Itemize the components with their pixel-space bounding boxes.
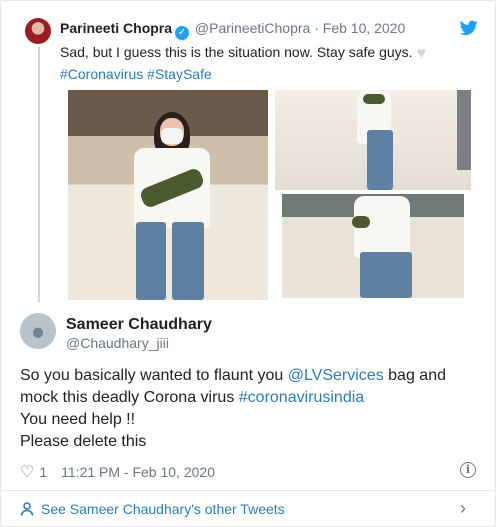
tweet-timestamp[interactable]: 11:21 PM - Feb 10, 2020: [61, 464, 215, 480]
hashtag-link[interactable]: #coronavirusindia: [239, 389, 364, 406]
twitter-bird-icon[interactable]: [460, 20, 478, 36]
quoted-tweet-date[interactable]: Feb 10, 2020: [323, 20, 406, 36]
quoted-author-name[interactable]: Parineeti Chopra: [60, 20, 172, 36]
tweet-text-segment: bag and: [383, 367, 446, 384]
more-tweets-link[interactable]: See Sameer Chaudhary's other Tweets: [20, 501, 285, 517]
photo-grid: [60, 84, 478, 302]
tweet-text: So you basically wanted to flaunt you @L…: [20, 365, 480, 453]
more-tweets-label[interactable]: See Sameer Chaudhary's other Tweets: [41, 501, 285, 517]
like-count[interactable]: 1: [39, 464, 47, 480]
embedded-tweet-card: Parineeti Chopra ✓ @ParineetiChopra · Feb…: [0, 0, 496, 527]
author-avatar[interactable]: [20, 313, 56, 349]
tweet-line-1: So you basically wanted to flaunt you @L…: [20, 365, 480, 387]
heart-icon[interactable]: ♡: [20, 462, 34, 482]
tweet-meta: ♡ 1 11:21 PM - Feb 10, 2020: [20, 462, 215, 482]
quoted-tweet-text: Sad, but I guess this is the situation n…: [60, 42, 480, 84]
person-icon: [20, 502, 34, 516]
tweet-line-2: mock this deadly Corona virus #coronavir…: [20, 387, 480, 409]
author-name[interactable]: Sameer Chaudhary: [66, 316, 212, 334]
photo-3[interactable]: [282, 194, 464, 298]
thread-connector-line: [38, 47, 40, 302]
white-heart-icon: ♥: [416, 45, 426, 62]
footer-divider: [1, 490, 496, 491]
tweet-line-3: You need help !!: [20, 411, 136, 428]
mention-link[interactable]: @LVServices: [288, 367, 384, 384]
quoted-separator: ·: [314, 20, 319, 36]
tweet-text-segment: So you basically wanted to flaunt you: [20, 367, 288, 384]
photo-2[interactable]: [275, 90, 471, 190]
tweet-line-4: Please delete this: [20, 433, 147, 450]
quoted-tweet-body: Sad, but I guess this is the situation n…: [60, 44, 413, 60]
tweet-text-segment: mock this deadly Corona virus: [20, 389, 239, 406]
quoted-author-handle[interactable]: @ParineetiChopra: [195, 20, 310, 36]
quoted-author-avatar[interactable]: [25, 18, 51, 44]
info-icon[interactable]: i: [460, 462, 476, 478]
author-handle[interactable]: @Chaudhary_jiii: [66, 335, 169, 351]
quoted-tweet-header: Parineeti Chopra ✓ @ParineetiChopra · Feb…: [60, 20, 405, 40]
photo-1[interactable]: [68, 90, 268, 300]
quoted-hashtags[interactable]: #Coronavirus #StaySafe: [60, 66, 212, 82]
verified-badge-icon: ✓: [175, 26, 190, 40]
chevron-right-icon[interactable]: ›: [460, 498, 466, 519]
